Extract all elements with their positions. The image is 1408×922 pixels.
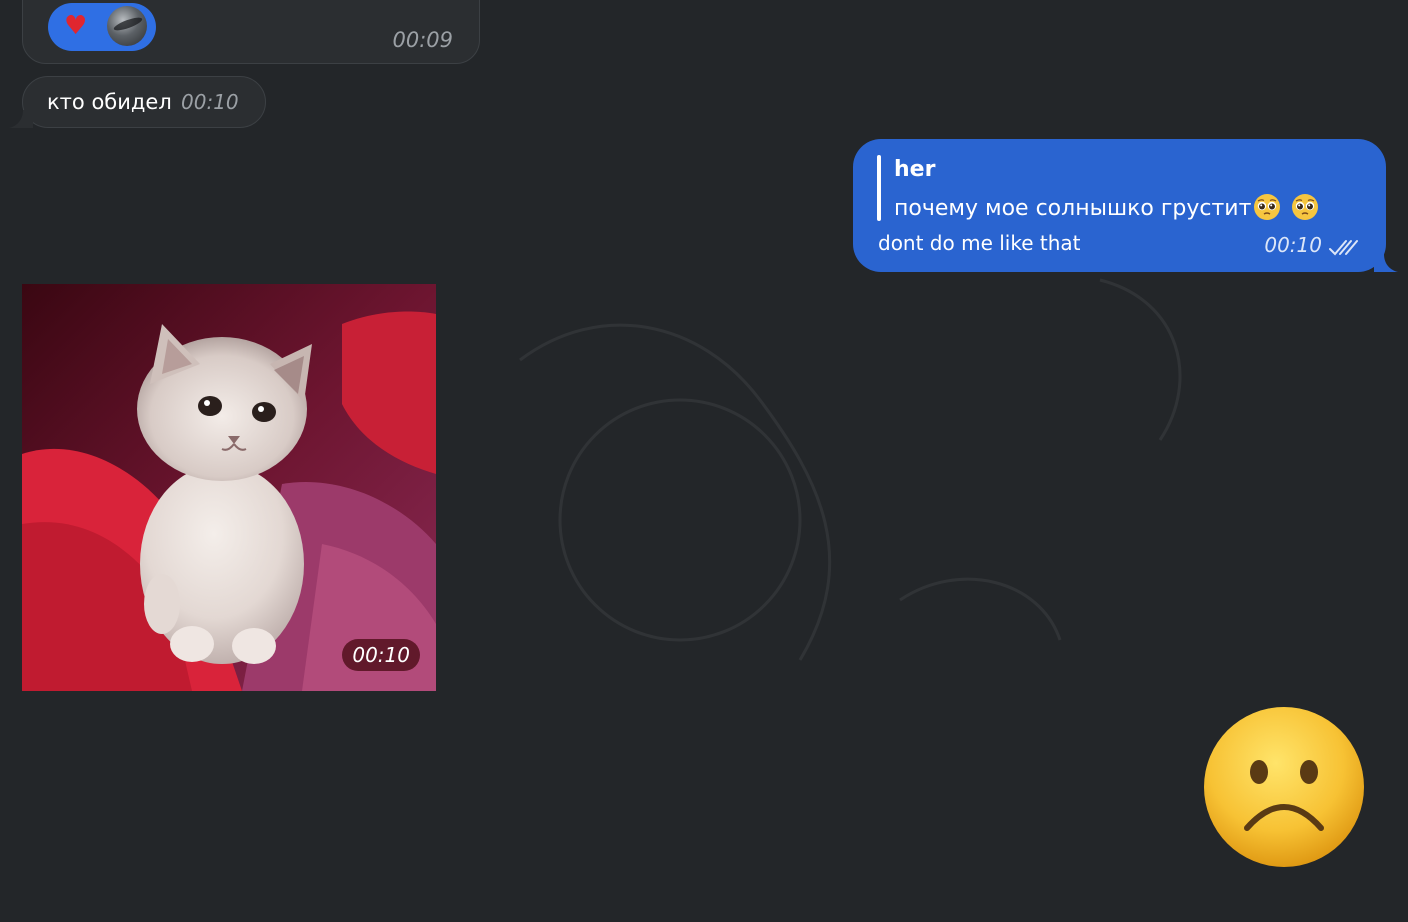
reply-quote-bar <box>877 155 881 221</box>
bubble-tail <box>1374 254 1398 272</box>
reaction-pill[interactable]: ♥ <box>48 3 156 51</box>
message-time: 00:10 <box>342 639 420 671</box>
reply-text: почему мое солнышко грустит <box>894 196 1252 221</box>
reply-author[interactable]: her <box>894 157 935 182</box>
message-bubble-incoming[interactable]: кто обидел 00:10 <box>9 76 266 128</box>
message-time: 00:10 <box>181 90 239 114</box>
double-check-icon <box>1329 240 1358 256</box>
chat-area[interactable]: ♥ 00:09 кто обидел 00:10 her почему мое … <box>0 0 1408 922</box>
reactor-avatar <box>107 6 147 46</box>
message-text: кто обидел <box>47 90 172 114</box>
frowning-face-icon[interactable] <box>1203 706 1365 868</box>
message-text: dont do me like that <box>878 231 1081 255</box>
message-bubble-incoming[interactable]: ♥ 00:09 <box>22 0 480 64</box>
bubble-tail <box>9 110 33 128</box>
heart-reaction-icon: ♥ <box>64 11 88 41</box>
pleading-face-icon <box>1254 194 1281 220</box>
message-bubble-outgoing[interactable]: her почему мое солнышко грустит dont do … <box>853 139 1398 272</box>
pleading-face-icon <box>1292 194 1319 220</box>
kitten-photo <box>22 284 436 691</box>
reply-quote-text[interactable]: почему мое солнышко грустит <box>894 193 1319 221</box>
photo-message[interactable]: 00:10 <box>22 284 436 691</box>
message-time: 00:09 <box>392 28 453 52</box>
message-time: 00:10 <box>1264 233 1322 257</box>
